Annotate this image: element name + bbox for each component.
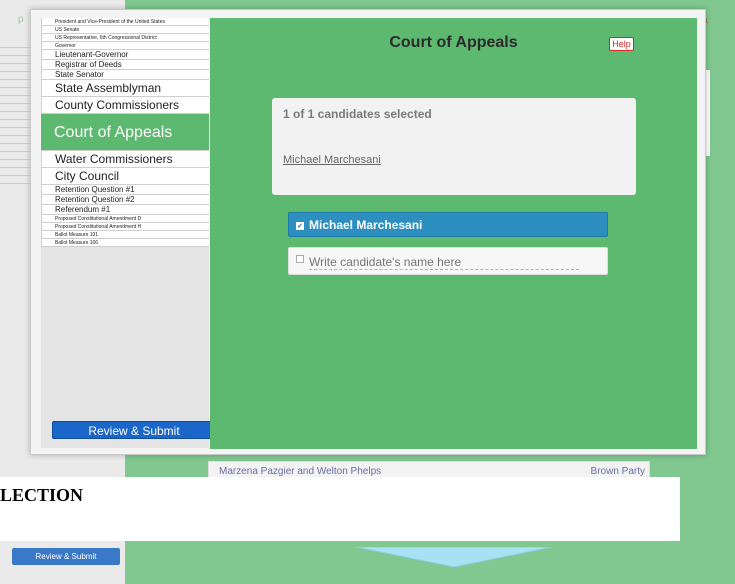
write-in-option[interactable] — [288, 247, 608, 275]
sidebar-item[interactable]: Lieutenant-Governor — [41, 50, 209, 60]
selection-count: 1 of 1 candidates selected — [283, 107, 432, 121]
candidate-option-label: Michael Marchesani — [309, 218, 423, 232]
sidebar-item[interactable]: US Representative, 6th Congressional Dis… — [41, 34, 209, 42]
background-logo: p — [18, 14, 24, 25]
background-review-submit-button: Review & Submit — [12, 548, 120, 565]
sidebar-item[interactable]: Governor — [41, 42, 209, 50]
sidebar-item[interactable]: County Commissioners — [41, 97, 209, 114]
selected-candidate-link[interactable]: Michael Marchesani — [283, 154, 381, 166]
sidebar-item[interactable]: US Senate — [41, 26, 209, 34]
sidebar-item[interactable]: Retention Question #2 — [41, 195, 209, 205]
background-election-title: LECTION — [0, 485, 84, 505]
sidebar-item[interactable]: Proposed Constitutional Amendment H — [41, 223, 209, 231]
race-list: President and Vice-President of the Unit… — [41, 18, 209, 247]
checkbox-checked-icon[interactable]: ✓ — [296, 221, 304, 230]
race-navigation-sidebar: President and Vice-President of the Unit… — [41, 18, 216, 448]
sidebar-item[interactable]: State Assemblyman — [41, 80, 209, 97]
ballot-modal: President and Vice-President of the Unit… — [30, 9, 706, 455]
sidebar-item[interactable]: Registrar of Deeds — [41, 60, 209, 70]
review-submit-button[interactable]: Review & Submit — [52, 421, 216, 439]
sidebar-item[interactable]: Proposed Constitutional Amendment D — [41, 215, 209, 223]
selection-summary: 1 of 1 candidates selected Michael March… — [272, 98, 636, 195]
checkbox-unchecked-icon[interactable] — [296, 255, 304, 263]
sidebar-item[interactable]: Retention Question #1 — [41, 185, 209, 195]
sidebar-item[interactable]: State Senator — [41, 70, 209, 80]
sidebar-item[interactable]: President and Vice-President of the Unit… — [41, 18, 209, 26]
write-in-input[interactable] — [309, 254, 579, 270]
sidebar-item[interactable]: Ballot Measure 106 — [41, 239, 209, 247]
sidebar-item-active[interactable]: Court of Appeals — [41, 114, 209, 151]
background-down-arrow-icon — [356, 547, 552, 567]
background-election-band — [0, 477, 680, 541]
sidebar-item[interactable]: Referendum #1 — [41, 205, 209, 215]
sidebar-item[interactable]: City Council — [41, 168, 209, 185]
background-candidate-name: Marzena Pazgier and Welton Phelps — [219, 466, 382, 477]
help-button[interactable]: Help — [609, 37, 634, 51]
background-candidate-party: Brown Party — [590, 466, 645, 477]
race-content-panel: Court of Appeals Help 1 of 1 candidates … — [210, 18, 697, 449]
sidebar-item[interactable]: Water Commissioners — [41, 151, 209, 168]
candidate-option[interactable]: ✓ Michael Marchesani — [288, 212, 608, 237]
sidebar-item[interactable]: Ballot Measure 101 — [41, 231, 209, 239]
